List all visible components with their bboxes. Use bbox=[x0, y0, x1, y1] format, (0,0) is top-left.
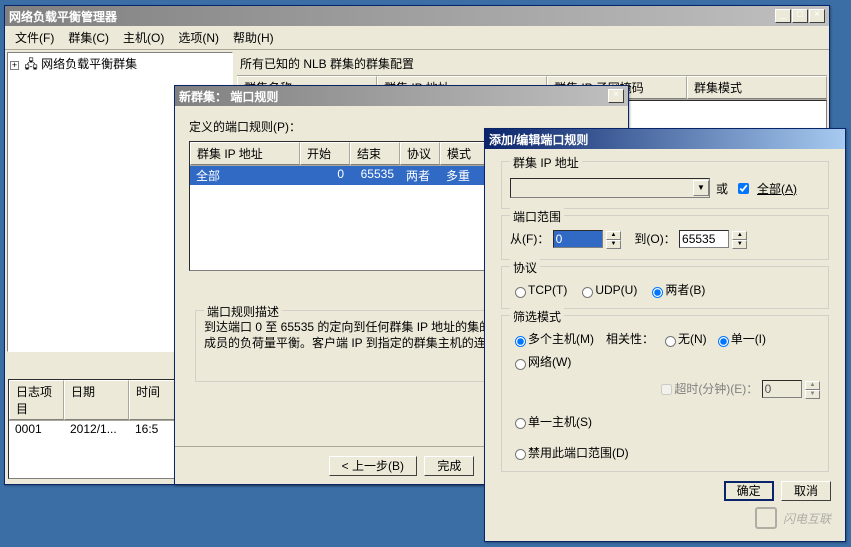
group-proto-title: 协议 bbox=[510, 259, 540, 276]
desc-title: 端口规则描述 bbox=[204, 303, 282, 320]
radio-multi-host[interactable]: 多个主机(M) bbox=[510, 330, 594, 347]
cluster-ip-combo[interactable]: ▼ bbox=[510, 178, 710, 198]
all-label: 全部(A) bbox=[757, 180, 797, 197]
menu-cluster[interactable]: 群集(C) bbox=[62, 28, 115, 47]
timeout-down: ▼ bbox=[805, 390, 820, 399]
finish-button[interactable]: 完成 bbox=[424, 456, 474, 476]
wizard-close-button[interactable]: × bbox=[608, 89, 624, 103]
menu-options[interactable]: 选项(N) bbox=[172, 28, 225, 47]
to-label: 到(O)： bbox=[634, 232, 675, 246]
menubar: 文件(F) 群集(C) 主机(O) 选项(N) 帮助(H) bbox=[5, 26, 829, 50]
right-caption: 所有已知的 NLB 群集的群集配置 bbox=[237, 52, 827, 76]
col-log-item[interactable]: 日志项目 bbox=[9, 380, 64, 420]
restore-button[interactable]: □ bbox=[792, 9, 808, 23]
tree-root-label[interactable]: 网络负载平衡群集 bbox=[41, 57, 137, 71]
back-button[interactable]: < 上一步(B) bbox=[329, 456, 417, 476]
col-rule-end[interactable]: 结束 bbox=[350, 142, 400, 165]
main-title: 网络负载平衡管理器 bbox=[9, 8, 117, 25]
col-cluster-mode[interactable]: 群集模式 bbox=[687, 76, 827, 99]
radio-single-host[interactable]: 单一主机(S) bbox=[510, 415, 592, 429]
radio-udp[interactable]: UDP(U) bbox=[577, 283, 637, 297]
menu-file[interactable]: 文件(F) bbox=[9, 28, 60, 47]
timeout-checkbox: 超时(分钟)(E)： bbox=[657, 382, 758, 396]
dialog-title: 添加/编辑端口规则 bbox=[489, 131, 588, 148]
cancel-button[interactable]: 取消 bbox=[781, 481, 831, 501]
all-checkbox[interactable] bbox=[738, 183, 749, 194]
from-down[interactable]: ▼ bbox=[606, 240, 621, 249]
dialog-titlebar: 添加/编辑端口规则 bbox=[485, 129, 845, 149]
or-label: 或 bbox=[716, 180, 728, 197]
group-filter-title: 筛选模式 bbox=[510, 308, 564, 325]
wizard-titlebar: 新群集： 端口规则 × bbox=[175, 86, 628, 106]
expand-icon[interactable]: + bbox=[10, 61, 19, 70]
col-log-time[interactable]: 时间 bbox=[129, 380, 179, 420]
from-up[interactable]: ▲ bbox=[606, 231, 621, 240]
ok-button[interactable]: 确定 bbox=[724, 481, 774, 501]
to-up[interactable]: ▲ bbox=[732, 231, 747, 240]
minimize-button[interactable]: _ bbox=[775, 9, 791, 23]
col-rule-proto[interactable]: 协议 bbox=[400, 142, 440, 165]
menu-help[interactable]: 帮助(H) bbox=[227, 28, 280, 47]
col-rule-ip[interactable]: 群集 IP 地址 bbox=[190, 142, 300, 165]
col-rule-start[interactable]: 开始 bbox=[300, 142, 350, 165]
radio-disable-range[interactable]: 禁用此端口范围(D) bbox=[510, 446, 629, 460]
wizard-title: 新群集： 端口规则 bbox=[179, 88, 278, 105]
menu-host[interactable]: 主机(O) bbox=[117, 28, 170, 47]
main-titlebar: 网络负载平衡管理器 _ □ × bbox=[5, 6, 829, 26]
radio-both[interactable]: 两者(B) bbox=[647, 283, 705, 297]
chevron-down-icon[interactable]: ▼ bbox=[693, 180, 709, 196]
radio-affinity-none[interactable]: 无(N) bbox=[660, 330, 707, 347]
close-button[interactable]: × bbox=[809, 9, 825, 23]
to-down[interactable]: ▼ bbox=[732, 240, 747, 249]
radio-affinity-single[interactable]: 单一(I) bbox=[713, 330, 766, 347]
group-ip-title: 群集 IP 地址 bbox=[510, 154, 582, 171]
from-input[interactable] bbox=[553, 230, 603, 248]
affinity-label: 相关性： bbox=[606, 330, 654, 347]
timeout-input bbox=[762, 380, 802, 398]
radio-tcp[interactable]: TCP(T) bbox=[510, 283, 567, 297]
col-log-date[interactable]: 日期 bbox=[64, 380, 129, 420]
group-port-title: 端口范围 bbox=[510, 208, 564, 225]
from-label: 从(F)： bbox=[510, 232, 549, 246]
tree-icon: 🖧 bbox=[24, 57, 37, 71]
to-input[interactable] bbox=[679, 230, 729, 248]
radio-affinity-network[interactable]: 网络(W) bbox=[510, 353, 571, 370]
timeout-up: ▲ bbox=[805, 381, 820, 390]
